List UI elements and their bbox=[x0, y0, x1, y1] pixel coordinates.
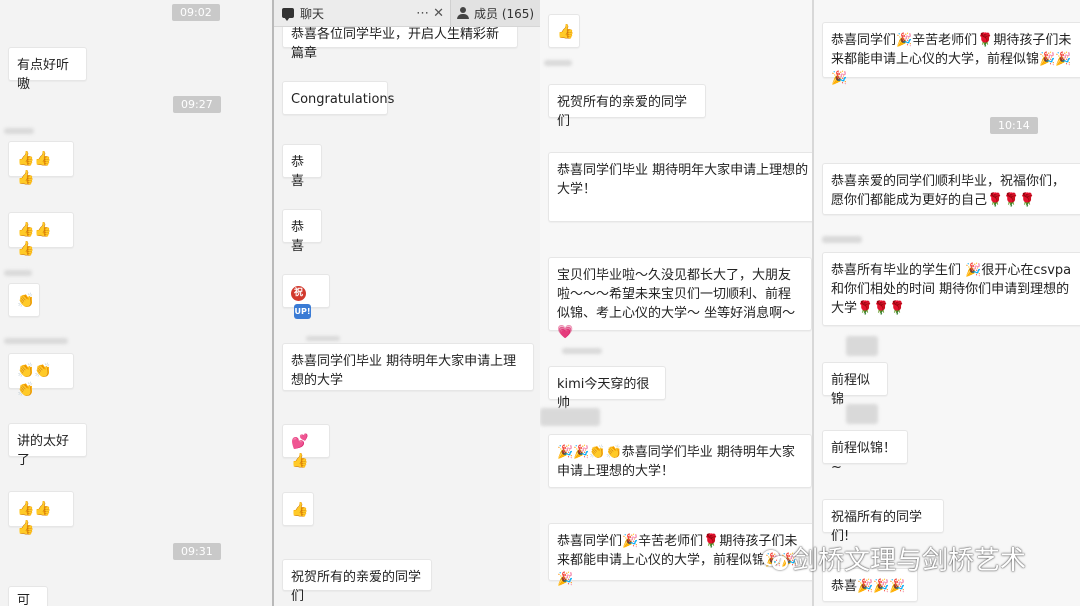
blurred-avatar bbox=[822, 236, 862, 243]
members-label: 成员 (165) bbox=[474, 6, 535, 21]
message-bubble[interactable]: 祝贺所有的亲爱的同学们 bbox=[282, 559, 432, 604]
blurred-avatar bbox=[4, 270, 32, 276]
message-bubble[interactable]: 恭喜 bbox=[282, 144, 322, 189]
message-bubble[interactable]: 恭喜亲爱的同学们顺利毕业，祝福你们，愿你们都能成为更好的自己🌹🌹🌹 bbox=[822, 163, 1080, 215]
blurred-avatar bbox=[846, 336, 878, 356]
blurred-avatar bbox=[544, 60, 572, 66]
watermark: 剑桥文理与剑桥艺术 bbox=[762, 540, 1026, 577]
chat-panel-3: 👍 祝贺所有的亲爱的同学们 恭喜同学们毕业 期待明年大家申请上理想的大学！ 宝贝… bbox=[540, 0, 812, 606]
close-icon[interactable]: ✕ bbox=[433, 6, 444, 21]
blurred-avatar bbox=[306, 336, 340, 341]
blurred-avatar bbox=[540, 408, 600, 426]
message-bubble[interactable]: 恭喜同学们毕业 期待明年大家申请上理想的大学！ bbox=[548, 152, 812, 222]
chat-panel-2: 恭喜各位同学毕业，开启人生精彩新篇章 聊天 ⋯ ✕ 成员 (165) Congr… bbox=[272, 0, 542, 606]
message-bubble[interactable]: 祝福所有的同学们! bbox=[822, 499, 944, 544]
message-bubble[interactable]: 前程似锦 bbox=[822, 362, 888, 407]
message-bubble[interactable]: 恭喜所有毕业的学生们 🎉很开心在csvpa和你们相处的时间 期待你们申请到理想的… bbox=[822, 252, 1080, 326]
wechat-logo-icon bbox=[762, 548, 788, 570]
message-bubble[interactable]: 宝贝们毕业啦～久没见都长大了，大朋友啦～～～希望未来宝贝们一切顺利、前程似锦、考… bbox=[548, 257, 812, 340]
members-button[interactable]: 成员 (165) bbox=[450, 0, 541, 26]
message-bubble[interactable]: 祝贺所有的亲爱的同学们 bbox=[548, 84, 706, 129]
timestamp: 10:14 bbox=[990, 117, 1038, 134]
timestamp: 09:27 bbox=[173, 96, 221, 113]
blurred-avatar bbox=[562, 348, 602, 354]
message-bubble[interactable]: 前程似锦！~ bbox=[822, 430, 908, 475]
chat-tab[interactable]: 聊天 ⋯ ✕ bbox=[274, 5, 450, 22]
message-bubble[interactable]: 👍 bbox=[548, 14, 580, 48]
chat-header: 聊天 ⋯ ✕ 成员 (165) bbox=[274, 0, 542, 27]
up-sticker-icon: UP! bbox=[294, 304, 311, 319]
message-bubble[interactable]: 💕👍 bbox=[282, 424, 330, 469]
chat-icon bbox=[282, 8, 294, 21]
zhu-sticker-icon: 祝 bbox=[291, 286, 306, 301]
message-bubble[interactable]: 🎉🎉👏👏恭喜同学们毕业 期待明年大家申请上理想的大学！ bbox=[548, 434, 812, 488]
timestamp: 09:31 bbox=[173, 543, 221, 560]
message-bubble[interactable]: 恭喜同学们🎉辛苦老师们🌹期待孩子们未来都能申请上心仪的大学，前程似锦🎉🎉🎉 bbox=[822, 22, 1080, 86]
message-bubble[interactable]: 👍 bbox=[282, 492, 314, 526]
more-options-icon[interactable]: ⋯ bbox=[416, 6, 429, 21]
person-icon bbox=[457, 7, 469, 19]
message-bubble[interactable]: 有点好听嗷 bbox=[8, 47, 87, 92]
chat-title: 聊天 bbox=[300, 6, 325, 21]
blurred-avatar bbox=[846, 404, 878, 424]
blurred-avatar bbox=[4, 338, 68, 344]
message-bubble[interactable]: Congratulations bbox=[282, 81, 394, 115]
message-bubble[interactable]: 👏👏👏 bbox=[8, 353, 74, 398]
timestamp: 09:02 bbox=[172, 4, 220, 21]
message-bubble[interactable]: 👍👍👍 bbox=[8, 212, 74, 257]
chat-panel-4: 恭喜同学们🎉辛苦老师们🌹期待孩子们未来都能申请上心仪的大学，前程似锦🎉🎉🎉 10… bbox=[812, 0, 1080, 606]
message-bubble[interactable]: 祝 UP! bbox=[282, 274, 330, 319]
blurred-avatar bbox=[4, 128, 34, 134]
message-bubble[interactable]: 👍👍👍 bbox=[8, 141, 74, 186]
message-bubble[interactable]: 恭喜同学们毕业 期待明年大家申请上理想的大学 bbox=[282, 343, 534, 391]
message-bubble[interactable]: 👏 bbox=[8, 283, 40, 317]
message-bubble[interactable]: 恭喜 bbox=[282, 209, 322, 254]
message-bubble[interactable]: 讲的太好了 bbox=[8, 423, 87, 468]
message-bubble[interactable]: 👍👍👍 bbox=[8, 491, 74, 536]
message-bubble[interactable]: 可以 bbox=[8, 586, 48, 606]
chat-panel-1: 09:02 有点好听嗷 09:27 👍👍👍 👍👍👍 👏 👏👏👏 讲的太好了 👍👍… bbox=[0, 0, 270, 606]
message-bubble[interactable]: kimi今天穿的很帅 bbox=[548, 366, 666, 411]
